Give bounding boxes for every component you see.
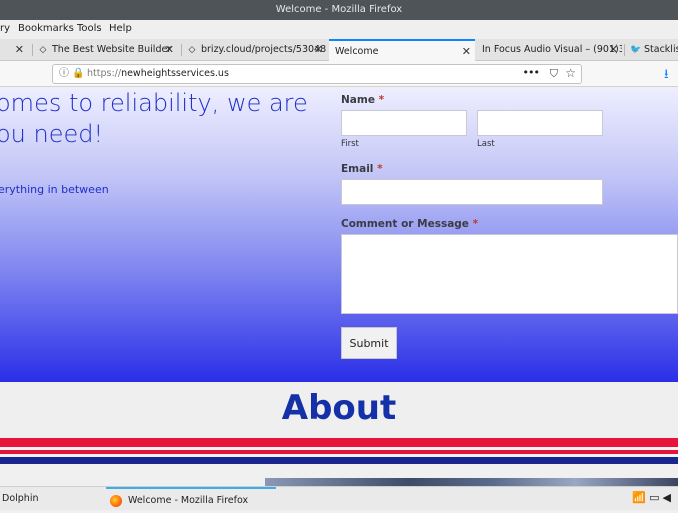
tab-separator xyxy=(32,44,33,56)
lock-warning-icon[interactable]: 🔒 xyxy=(72,65,84,83)
tab-stacklist[interactable]: 🐦Stacklist xyxy=(630,39,678,61)
comment-textarea[interactable] xyxy=(341,234,678,314)
required-mark: * xyxy=(378,94,385,106)
close-icon[interactable]: ✕ xyxy=(15,39,24,60)
close-icon[interactable]: ✕ xyxy=(462,41,471,61)
about-section: About xyxy=(0,382,678,438)
menu-bookmarks[interactable]: Bookmarks xyxy=(18,23,74,34)
email-label-text: Email xyxy=(341,163,374,175)
required-mark: * xyxy=(472,218,479,230)
url-text: https://newheightsservices.us xyxy=(87,65,229,83)
close-icon[interactable]: ✕ xyxy=(609,39,618,60)
tab-welcome[interactable]: Welcome ✕ xyxy=(329,39,475,61)
url-host: newheightsservices.us xyxy=(121,68,229,79)
firefox-icon xyxy=(110,494,122,507)
close-icon[interactable]: ✕ xyxy=(165,39,174,60)
window-titlebar: Welcome - Mozilla Firefox xyxy=(0,0,678,20)
brizy-icon: ◇ xyxy=(188,45,196,55)
tab-bar: ✕ ◇ The Best Website Builder ✕ ◇ brizy.clo… xyxy=(0,39,678,61)
taskbar-item-label: Dolphin xyxy=(2,493,39,504)
menu-bar: ry Bookmarks Tools Help xyxy=(0,20,678,39)
menu-history[interactable]: ry xyxy=(0,23,10,34)
email-input[interactable] xyxy=(341,179,603,205)
brizy-icon: ◇ xyxy=(39,45,47,55)
hero-section: omes to reliability, we are ou need! ery… xyxy=(0,88,678,382)
window-title: Welcome - Mozilla Firefox xyxy=(275,4,403,15)
pocket-icon[interactable]: ⛉ xyxy=(550,65,558,83)
tab-separator xyxy=(181,44,182,56)
decorative-stripe xyxy=(0,438,678,447)
submit-button[interactable]: Submit xyxy=(341,327,397,359)
system-tray: 📶▭◀ xyxy=(632,491,674,504)
about-title: About xyxy=(281,388,397,428)
taskbar: Dolphin Welcome - Mozilla Firefox 📶▭◀ xyxy=(0,486,678,510)
required-mark: * xyxy=(377,163,383,175)
name-label: Name * xyxy=(341,94,384,106)
taskbar-item-firefox[interactable]: Welcome - Mozilla Firefox xyxy=(106,487,276,511)
first-name-input[interactable] xyxy=(341,110,467,136)
hero-title-line-1: omes to reliability, we are xyxy=(0,89,308,117)
bookmark-star-icon[interactable]: ☆ xyxy=(565,64,576,82)
hero-title-line-2: ou need! xyxy=(0,120,104,148)
tab-website-builder[interactable]: ◇ The Best Website Builder ✕ xyxy=(38,39,178,61)
first-sub-label: First xyxy=(341,139,359,149)
url-protocol: https:// xyxy=(87,68,122,79)
url-bar[interactable]: ⓘ 🔒 https://newheightsservices.us ••• ⛉ … xyxy=(52,64,582,84)
name-label-text: Name xyxy=(341,94,375,106)
hero-title: omes to reliability, we are ou need! xyxy=(0,88,326,150)
tab-in-focus[interactable]: In Focus Audio Visual – (901)3 ✕ xyxy=(482,39,622,61)
page-content: omes to reliability, we are ou need! ery… xyxy=(0,88,678,486)
comment-label: Comment or Message * xyxy=(341,218,478,230)
tab-separator xyxy=(624,44,625,56)
tab-label: In Focus Audio Visual – (901)3 xyxy=(482,44,622,55)
tab-label: Stacklist xyxy=(644,44,678,55)
more-actions-icon[interactable]: ••• xyxy=(523,64,540,82)
wifi-icon[interactable]: 📶 xyxy=(632,491,649,504)
comment-label-text: Comment or Message xyxy=(341,218,469,230)
close-icon[interactable]: ✕ xyxy=(314,39,323,60)
last-sub-label: Last xyxy=(477,139,495,149)
decorative-stripe xyxy=(0,457,678,464)
header-photo xyxy=(265,478,678,486)
download-icon[interactable]: ⭳ xyxy=(664,65,669,87)
volume-icon[interactable]: ◀ xyxy=(663,491,674,504)
hero-subtitle: erything in between xyxy=(0,183,109,196)
taskbar-item-dolphin[interactable]: Dolphin xyxy=(0,487,100,511)
menu-tools[interactable]: Tools xyxy=(77,23,102,34)
email-label: Email * xyxy=(341,163,383,175)
tab-label: Welcome xyxy=(335,46,379,57)
taskbar-item-label: Welcome - Mozilla Firefox xyxy=(128,495,249,506)
battery-icon[interactable]: ▭ xyxy=(649,491,662,504)
menu-help[interactable]: Help xyxy=(109,23,132,34)
navigation-bar: ⓘ 🔒 https://newheightsservices.us ••• ⛉ … xyxy=(0,61,678,87)
tab-partial[interactable]: ✕ xyxy=(0,39,30,61)
tab-label: brizy.cloud/projects/53048 xyxy=(201,44,327,55)
last-name-input[interactable] xyxy=(477,110,603,136)
twitter-icon: 🐦 xyxy=(630,45,642,55)
photo-section xyxy=(0,464,678,486)
tab-brizy-cloud[interactable]: ◇ brizy.cloud/projects/53048 ✕ xyxy=(187,39,327,61)
tab-label: The Best Website Builder xyxy=(52,44,172,55)
info-icon[interactable]: ⓘ xyxy=(59,65,69,83)
